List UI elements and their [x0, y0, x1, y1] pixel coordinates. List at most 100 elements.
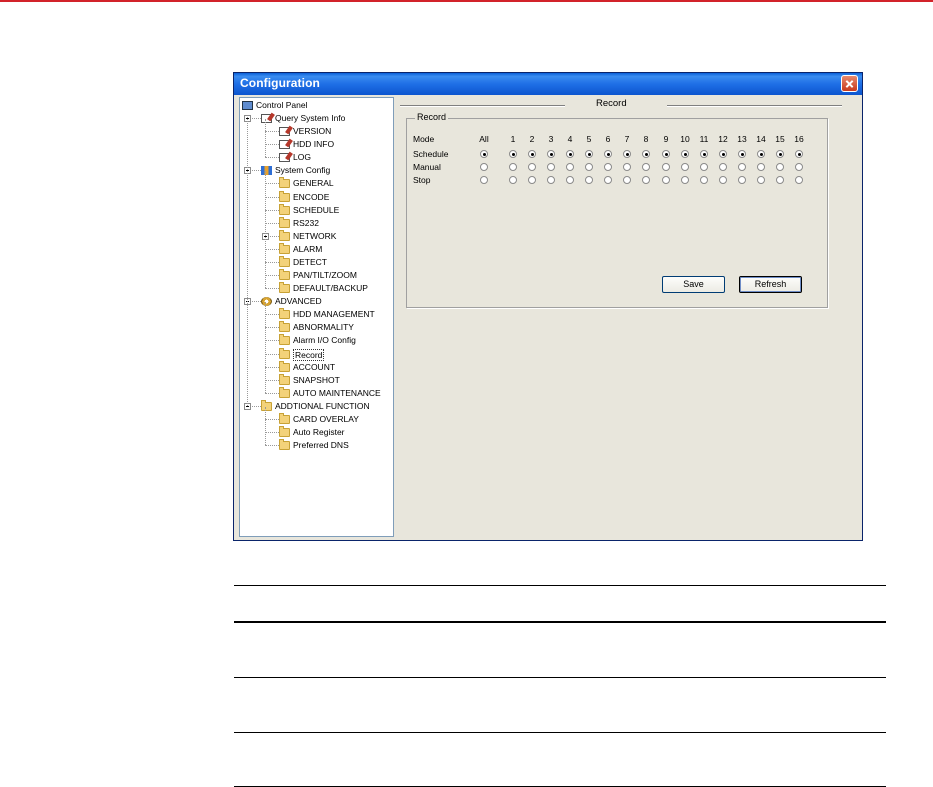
tree-item-pan-tilt-zoom[interactable]: PAN/TILT/ZOOM — [240, 269, 393, 282]
tree-item-advanced[interactable]: ADVANCED — [240, 295, 393, 308]
radio-stop-5[interactable] — [585, 176, 593, 184]
radio-stop-12[interactable] — [719, 176, 727, 184]
radio-schedule-1[interactable] — [509, 150, 517, 158]
tree-item-default-backup[interactable]: DEFAULT/BACKUP — [240, 282, 393, 295]
tree-item-version[interactable]: VERSION — [240, 125, 393, 138]
save-button[interactable]: Save — [662, 276, 725, 293]
radio-manual-7[interactable] — [623, 163, 631, 171]
radio-manual-11[interactable] — [700, 163, 708, 171]
radio-stop-3[interactable] — [547, 176, 555, 184]
radio-manual-4[interactable] — [566, 163, 574, 171]
radio-stop-13[interactable] — [738, 176, 746, 184]
tree-item-snapshot[interactable]: SNAPSHOT — [240, 373, 393, 387]
radio-manual-5[interactable] — [585, 163, 593, 171]
tree-item-alarm[interactable]: ALARM — [240, 242, 393, 256]
radio-stop-1[interactable] — [509, 176, 517, 184]
radio-schedule-4[interactable] — [566, 150, 574, 158]
radio-stop-15[interactable] — [776, 176, 784, 184]
radio-stop-2[interactable] — [528, 176, 536, 184]
tree-item-detect[interactable]: DETECT — [240, 255, 393, 269]
tree-item-abnormality[interactable]: ABNORMALITY — [240, 321, 393, 334]
radio-schedule-3[interactable] — [547, 150, 555, 158]
folder-icon — [261, 399, 272, 411]
tree-item-preferred-dns[interactable]: Preferred DNS — [240, 439, 393, 452]
folder-icon — [279, 321, 290, 333]
tree-item-auto-register[interactable]: Auto Register — [240, 426, 393, 439]
radio-schedule-7[interactable] — [623, 150, 631, 158]
tree-item-label: ADDTIONAL FUNCTION — [275, 400, 370, 411]
tree-connector — [265, 222, 279, 224]
tree-connector — [265, 209, 279, 211]
refresh-button[interactable]: Refresh — [739, 276, 802, 293]
radio-schedule-14[interactable] — [757, 150, 765, 158]
tree-item-account[interactable]: ACCOUNT — [240, 360, 393, 374]
tree-item-log[interactable]: LOG — [240, 151, 393, 164]
radio-manual-10[interactable] — [681, 163, 689, 171]
radio-stop-7[interactable] — [623, 176, 631, 184]
radio-manual-12[interactable] — [719, 163, 727, 171]
radio-stop-4[interactable] — [566, 176, 574, 184]
tree-connector — [265, 302, 266, 393]
radio-schedule-10[interactable] — [681, 150, 689, 158]
radio-schedule-11[interactable] — [700, 150, 708, 158]
radio-stop-11[interactable] — [700, 176, 708, 184]
radio-schedule-15[interactable] — [776, 150, 784, 158]
radio-stop-8[interactable] — [642, 176, 650, 184]
radio-schedule-12[interactable] — [719, 150, 727, 158]
radio-schedule-8[interactable] — [642, 150, 650, 158]
radio-stop-10[interactable] — [681, 176, 689, 184]
tree-item-schedule[interactable]: SCHEDULE — [240, 203, 393, 217]
row-label-manual: Manual — [413, 162, 441, 172]
radio-manual-3[interactable] — [547, 163, 555, 171]
radio-manual-all[interactable] — [480, 163, 488, 171]
radio-schedule-13[interactable] — [738, 150, 746, 158]
radio-manual-2[interactable] — [528, 163, 536, 171]
tree-connector — [265, 445, 279, 447]
radio-stop-9[interactable] — [662, 176, 670, 184]
tree-connector — [265, 275, 279, 277]
tree-item-control-panel[interactable]: Control Panel — [240, 99, 393, 112]
tree-item-query-system-info[interactable]: Query System Info — [240, 112, 393, 125]
tree-item-label: NETWORK — [293, 230, 337, 241]
tree-item-general[interactable]: GENERAL — [240, 177, 393, 190]
tree-item-label: CARD OVERLAY — [293, 413, 359, 424]
radio-schedule-all[interactable] — [480, 150, 488, 158]
radio-stop-all[interactable] — [480, 176, 488, 184]
radio-manual-8[interactable] — [642, 163, 650, 171]
tree-item-rs232[interactable]: RS232 — [240, 216, 393, 230]
radio-manual-14[interactable] — [757, 163, 765, 171]
tree-item-auto-maintenance[interactable]: AUTO MAINTENANCE — [240, 386, 393, 400]
tree-item-system-config[interactable]: System Config — [240, 164, 393, 177]
window-titlebar[interactable]: Configuration — [234, 73, 862, 95]
tree-item-record[interactable]: Record — [240, 347, 393, 361]
tree-item-encode[interactable]: ENCODE — [240, 190, 393, 204]
radio-stop-6[interactable] — [604, 176, 612, 184]
radio-manual-13[interactable] — [738, 163, 746, 171]
tree-item-label: HDD INFO — [293, 139, 335, 150]
radio-schedule-16[interactable] — [795, 150, 803, 158]
tree-item-card-overlay[interactable]: CARD OVERLAY — [240, 412, 393, 426]
close-icon[interactable] — [841, 75, 858, 92]
tree-item-alarm-i-o-config[interactable]: Alarm I/O Config — [240, 334, 393, 347]
radio-schedule-5[interactable] — [585, 150, 593, 158]
radio-stop-16[interactable] — [795, 176, 803, 184]
radio-manual-9[interactable] — [662, 163, 670, 171]
tree-item-label: System Config — [275, 165, 331, 176]
tree-item-network[interactable]: NETWORK — [240, 229, 393, 243]
radio-stop-14[interactable] — [757, 176, 765, 184]
radio-schedule-2[interactable] — [528, 150, 536, 158]
groupbox-title: Record — [415, 112, 449, 122]
config-tree: Control Panel Query System Info VERSION HDD… — [239, 97, 394, 537]
radio-manual-16[interactable] — [795, 163, 803, 171]
radio-manual-15[interactable] — [776, 163, 784, 171]
tree-item-hdd-info[interactable]: HDD INFO — [240, 138, 393, 151]
radio-manual-6[interactable] — [604, 163, 612, 171]
tree-item-addtional-function[interactable]: ADDTIONAL FUNCTION — [240, 399, 393, 413]
title-separator-left — [400, 105, 565, 107]
radio-manual-1[interactable] — [509, 163, 517, 171]
gears-icon — [261, 297, 272, 307]
radio-schedule-6[interactable] — [604, 150, 612, 158]
tree-connector — [265, 171, 266, 289]
radio-schedule-9[interactable] — [662, 150, 670, 158]
tree-item-hdd-management[interactable]: HDD MANAGEMENT — [240, 308, 393, 321]
